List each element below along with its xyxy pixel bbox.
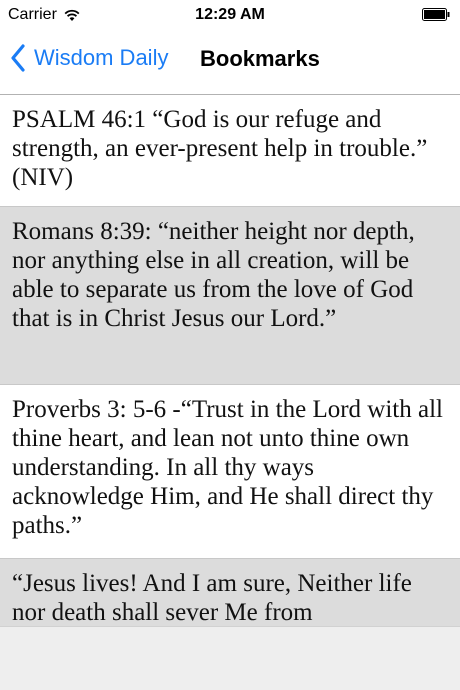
bookmark-item[interactable]: PSALM 46:1 “God is our refuge and streng… — [0, 95, 460, 207]
bookmarks-list: PSALM 46:1 “God is our refuge and streng… — [0, 95, 460, 690]
status-bar: Carrier 12:29 AM — [0, 0, 460, 30]
back-button-label: Wisdom Daily — [34, 45, 169, 70]
chevron-left-icon — [11, 44, 25, 72]
navigation-bar: Wisdom Daily Bookmarks — [0, 30, 460, 95]
back-button[interactable]: Wisdom Daily — [10, 44, 168, 72]
page-title: Bookmarks — [200, 46, 320, 71]
bookmark-item[interactable]: Romans 8:39: “neither height nor depth, … — [0, 207, 460, 385]
screen: Carrier 12:29 AM Wisdom Daily Bookmarks … — [0, 0, 460, 690]
bookmark-item[interactable]: Proverbs 3: 5-6 -“Trust in the Lord with… — [0, 385, 460, 559]
status-time: 12:29 AM — [195, 6, 265, 23]
bottom-toolbar — [0, 626, 460, 690]
battery-icon — [422, 8, 450, 21]
